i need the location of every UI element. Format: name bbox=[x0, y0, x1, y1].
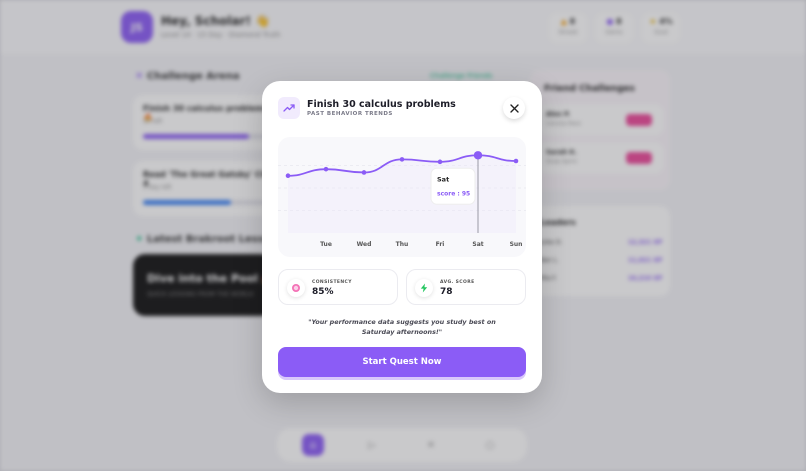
metric-label: AVG. SCORE bbox=[440, 280, 475, 285]
data-point bbox=[473, 151, 483, 160]
target-icon bbox=[287, 279, 305, 297]
data-point bbox=[437, 159, 443, 165]
data-point bbox=[513, 158, 519, 164]
trending-up-icon bbox=[278, 97, 300, 119]
x-tick-label: Tue bbox=[320, 241, 332, 248]
data-point bbox=[361, 170, 367, 175]
modal-title: Finish 30 calculus problems bbox=[307, 99, 456, 110]
chart-tooltip: Sat score : 95 bbox=[430, 167, 476, 205]
metric-consistency: CONSISTENCY 85% bbox=[278, 269, 398, 305]
metric-value: 85% bbox=[312, 287, 334, 297]
tooltip-day: Sat bbox=[437, 175, 449, 183]
metric-avg-score: AVG. SCORE 78 bbox=[406, 269, 526, 305]
x-tick-label: Sun bbox=[510, 241, 523, 248]
trend-chart: Tue Wed Thu Fri Sat Sun Sat score : 95 bbox=[278, 137, 526, 257]
trend-chart-svg: Tue Wed Thu Fri Sat Sun Sat score : 95 bbox=[278, 151, 526, 248]
data-point bbox=[399, 157, 405, 162]
bolt-icon bbox=[415, 279, 433, 297]
tooltip-box bbox=[430, 167, 476, 205]
tooltip-score: score : 95 bbox=[437, 190, 470, 197]
data-point bbox=[323, 166, 329, 172]
x-tick-label: Wed bbox=[357, 241, 372, 248]
x-tick-label: Fri bbox=[436, 241, 445, 248]
trend-modal: Finish 30 calculus problems PAST BEHAVIO… bbox=[262, 81, 542, 393]
metric-label: CONSISTENCY bbox=[312, 280, 352, 285]
x-tick-label: Sat bbox=[472, 241, 483, 248]
modal-subtitle: PAST BEHAVIOR TRENDS bbox=[307, 111, 393, 117]
metric-value: 78 bbox=[440, 287, 453, 297]
trend-area bbox=[288, 155, 516, 233]
insight-quote: "Your performance data suggests you stud… bbox=[308, 318, 496, 336]
close-icon bbox=[509, 103, 519, 113]
start-quest-button[interactable]: Start Quest Now bbox=[278, 347, 526, 377]
data-point bbox=[285, 173, 291, 179]
close-button[interactable] bbox=[503, 97, 525, 119]
x-tick-label: Thu bbox=[396, 241, 409, 248]
